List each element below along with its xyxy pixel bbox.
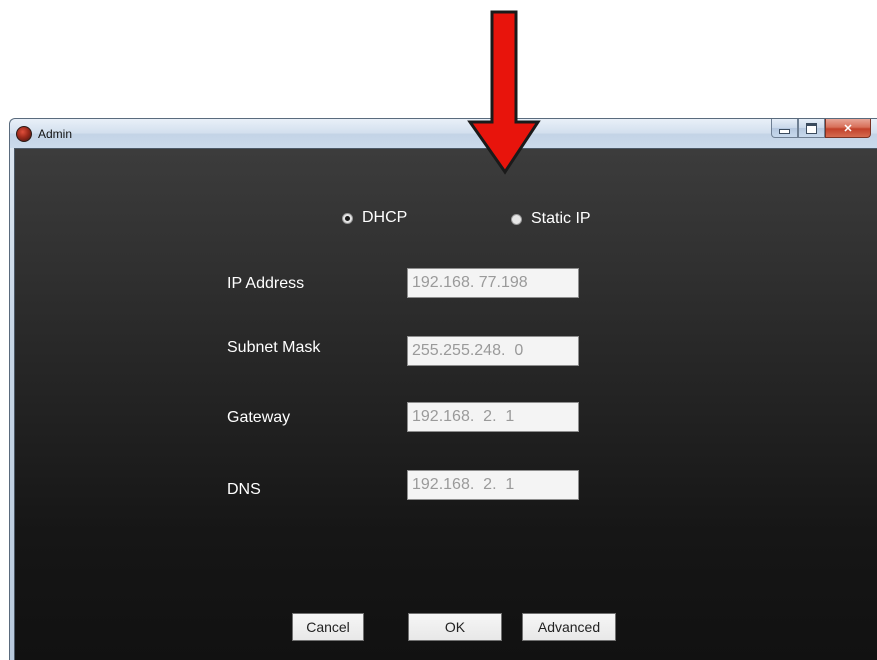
gateway-field[interactable]	[407, 402, 579, 432]
maximize-button[interactable]	[798, 119, 825, 138]
advanced-button[interactable]: Advanced	[522, 613, 616, 641]
radio-static-ip[interactable]: Static IP	[511, 210, 591, 228]
maximize-icon	[806, 122, 817, 134]
minimize-icon	[779, 128, 790, 134]
gateway-label: Gateway	[227, 409, 291, 426]
radio-dhcp-indicator[interactable]	[342, 212, 353, 224]
cancel-button[interactable]: Cancel	[292, 613, 364, 641]
dns-field[interactable]	[407, 470, 579, 500]
ok-button[interactable]: OK	[408, 613, 502, 641]
radio-static-ip-indicator[interactable]	[511, 213, 522, 225]
dialog-body: DHCP Static IP IP Address Subnet Mask Ga…	[14, 148, 877, 660]
title-bar[interactable]: Admin ✕	[10, 119, 877, 148]
ip-address-label: IP Address	[227, 275, 305, 292]
app-icon	[16, 126, 32, 142]
subnet-mask-label: Subnet Mask	[227, 339, 321, 356]
radio-dhcp-label: DHCP	[362, 209, 408, 226]
close-icon: ✕	[843, 122, 853, 135]
subnet-mask-field[interactable]	[407, 336, 579, 366]
window-title: Admin	[38, 127, 73, 141]
close-button[interactable]: ✕	[825, 119, 871, 138]
radio-dhcp[interactable]: DHCP	[342, 209, 407, 227]
radio-static-ip-label: Static IP	[531, 210, 591, 227]
ip-address-field[interactable]	[407, 268, 579, 298]
caption-buttons: ✕	[771, 119, 871, 139]
admin-window: Admin ✕ DHCP Static IP IP Address Subne	[9, 118, 877, 660]
dns-label: DNS	[227, 481, 261, 498]
minimize-button[interactable]	[771, 119, 798, 138]
